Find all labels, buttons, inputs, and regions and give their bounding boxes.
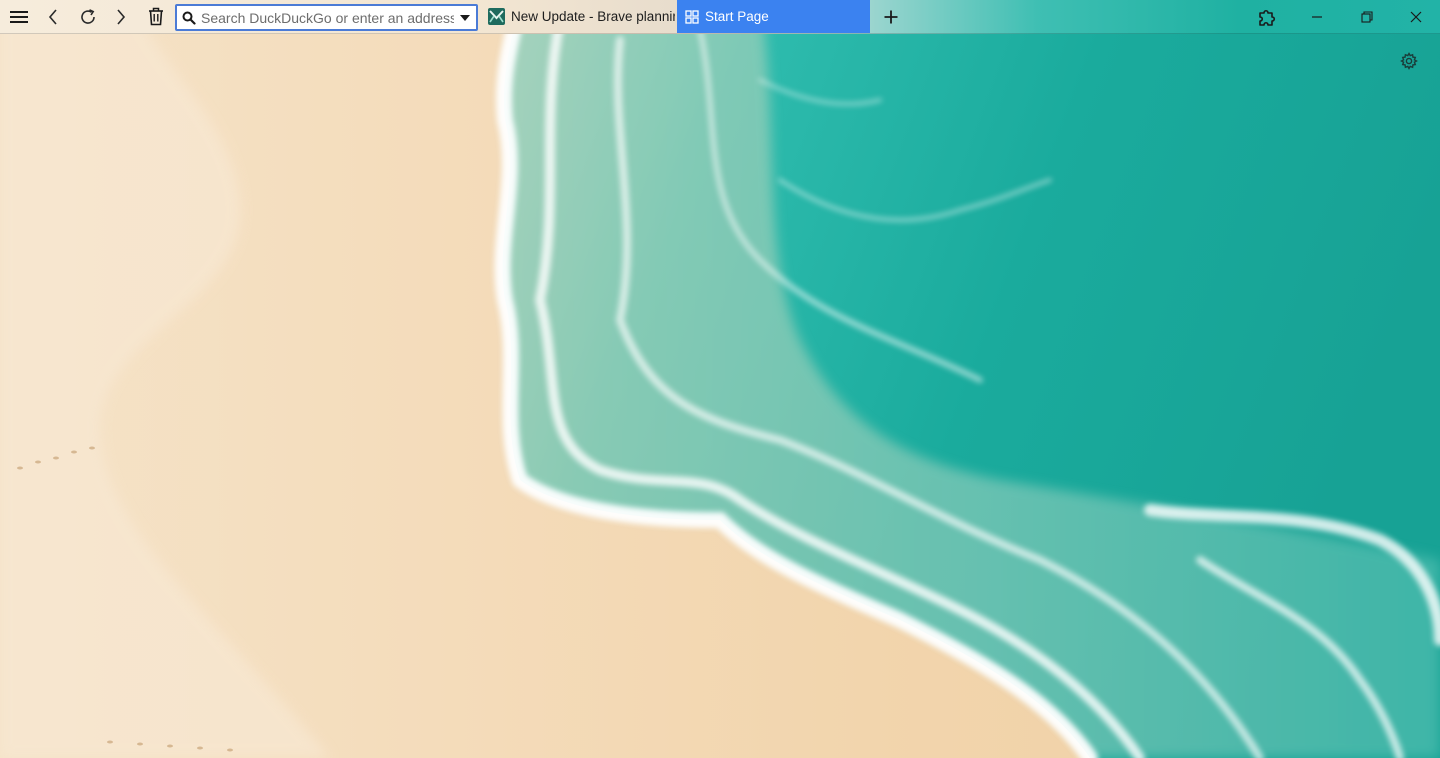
- caret-down-icon[interactable]: [454, 6, 476, 29]
- start-page-wallpaper: [0, 0, 1440, 758]
- restore-button[interactable]: [1350, 0, 1384, 33]
- start-page-settings-button[interactable]: [1398, 51, 1420, 75]
- menu-button[interactable]: [4, 0, 34, 33]
- browser-toolbar: New Update - Brave planning Start Page: [0, 0, 1440, 34]
- puzzle-piece-icon: [1257, 7, 1277, 27]
- chevron-left-icon: [47, 8, 59, 26]
- hamburger-menu-icon: [10, 10, 28, 24]
- forward-button[interactable]: [108, 0, 134, 33]
- plus-icon: [884, 10, 898, 24]
- grid-icon: [685, 9, 699, 24]
- extensions-button[interactable]: [1252, 0, 1282, 33]
- trash-button[interactable]: [142, 0, 170, 33]
- back-button[interactable]: [40, 0, 66, 33]
- minimize-button[interactable]: [1300, 0, 1334, 33]
- minimize-icon: [1311, 11, 1323, 23]
- search-icon: [177, 6, 201, 29]
- trash-icon: [148, 7, 164, 26]
- tab-title: New Update - Brave planning: [511, 9, 675, 24]
- new-tab-button[interactable]: [878, 0, 904, 33]
- tab-title: Start Page: [705, 9, 769, 24]
- address-bar[interactable]: [175, 4, 478, 31]
- chevron-right-icon: [115, 8, 127, 26]
- gear-icon: [1400, 51, 1418, 75]
- tab-new-update[interactable]: New Update - Brave planning: [482, 0, 675, 33]
- tab-start-page[interactable]: Start Page: [677, 0, 870, 33]
- site-favicon: [488, 8, 505, 25]
- close-button[interactable]: [1399, 0, 1433, 33]
- restore-icon: [1361, 10, 1373, 23]
- reload-icon: [79, 8, 97, 26]
- browser-window: New Update - Brave planning Start Page: [0, 0, 1440, 758]
- close-icon: [1410, 11, 1422, 23]
- reload-button[interactable]: [74, 0, 102, 33]
- address-input[interactable]: [201, 7, 454, 28]
